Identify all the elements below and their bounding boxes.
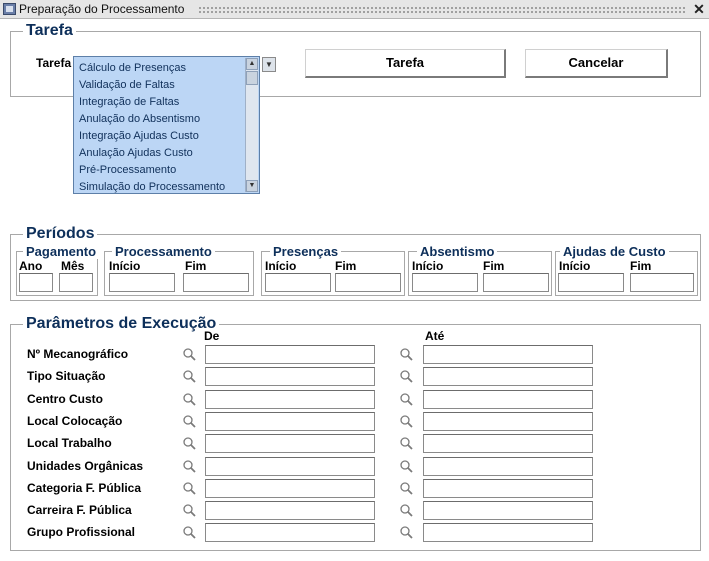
search-icon[interactable] (399, 481, 415, 497)
list-item[interactable]: Anulação Ajudas Custo (79, 147, 193, 159)
pagamento-title: Pagamento (23, 244, 100, 259)
param-row-label: Local Colocação (27, 413, 123, 428)
param-row-label: Nº Mecanográfico (27, 347, 129, 361)
ajudas-title: Ajudas de Custo (560, 244, 669, 259)
processamento-inicio-field[interactable] (109, 273, 175, 292)
search-icon[interactable] (182, 481, 198, 497)
ajudas-fim-field[interactable] (630, 273, 694, 292)
param-ate-field[interactable] (423, 389, 593, 409)
chevron-down-icon[interactable]: ▼ (262, 57, 276, 72)
search-icon[interactable] (399, 459, 415, 475)
param-ate-field[interactable] (423, 523, 593, 543)
search-icon[interactable] (399, 347, 415, 363)
list-item[interactable]: Pré-Processamento (79, 164, 176, 176)
param-row-label: Tipo Situação (27, 369, 106, 384)
param-ate-field[interactable] (423, 434, 593, 454)
absentismo-fim-field[interactable] (483, 273, 549, 292)
param-ate-field[interactable] (423, 345, 593, 364)
mes-field[interactable] (59, 273, 93, 292)
list-item[interactable]: Validação de Faltas (79, 79, 175, 91)
absentismo-inicio-field[interactable] (412, 273, 478, 292)
param-ate-field[interactable] (423, 456, 593, 476)
list-item[interactable]: Cálculo de Presenças (79, 62, 186, 74)
param-de-field[interactable] (205, 345, 375, 364)
col-de-label: De (204, 329, 220, 343)
param-de-field[interactable] (205, 478, 375, 498)
param-ate-field[interactable] (423, 367, 593, 387)
param-de-field[interactable] (205, 456, 375, 476)
presencas-inicio-label: Início (265, 259, 297, 273)
processamento-fim-field[interactable] (183, 273, 249, 292)
mes-label: Mês (61, 259, 85, 273)
cancel-button[interactable]: Cancelar (525, 49, 668, 78)
col-ate-label: Até (425, 329, 445, 343)
app-icon (3, 3, 16, 15)
processamento-fim-label: Fim (185, 259, 207, 273)
param-ate-field[interactable] (423, 478, 593, 498)
ajudas-inicio-label: Início (559, 259, 591, 273)
param-de-field[interactable] (205, 367, 375, 387)
param-row-label: Grupo Profissional (27, 525, 136, 540)
param-row-label: Unidades Orgânicas (27, 458, 144, 473)
search-icon[interactable] (182, 525, 198, 541)
list-item[interactable]: Integração de Faltas (79, 96, 179, 108)
tarefa-dropdown-list[interactable]: Cálculo de Presenças Validação de Faltas… (73, 56, 260, 194)
absentismo-title: Absentismo (417, 244, 498, 259)
ano-field[interactable] (19, 273, 53, 292)
scroll-down-icon[interactable]: ▼ (246, 180, 258, 192)
param-de-field[interactable] (205, 501, 375, 521)
search-icon[interactable] (182, 392, 198, 408)
window-title: Preparação do Processamento (19, 2, 185, 16)
list-scrollbar[interactable]: ▲ ▼ (245, 58, 258, 192)
param-row-label: Categoria F. Pública (27, 480, 142, 495)
param-de-field[interactable] (205, 411, 375, 431)
scroll-thumb[interactable] (246, 71, 258, 85)
list-item[interactable]: Simulação do Processamento (79, 181, 225, 193)
tarefa-frame-title: Tarefa (23, 22, 76, 40)
close-icon[interactable]: ✕ (692, 1, 706, 17)
search-icon[interactable] (399, 414, 415, 430)
param-ate-field[interactable] (423, 501, 593, 521)
presencas-inicio-field[interactable] (265, 273, 331, 292)
ajudas-inicio-field[interactable] (558, 273, 624, 292)
search-icon[interactable] (182, 414, 198, 430)
scroll-up-icon[interactable]: ▲ (246, 58, 258, 70)
presencas-title: Presenças (270, 244, 342, 259)
search-icon[interactable] (182, 503, 198, 519)
search-icon[interactable] (182, 436, 198, 452)
param-de-field[interactable] (205, 434, 375, 454)
tarefa-label: Tarefa (36, 56, 72, 70)
search-icon[interactable] (399, 369, 415, 385)
list-item[interactable]: Integração Ajudas Custo (79, 130, 199, 142)
search-icon[interactable] (399, 525, 415, 541)
param-row-label: Carreira F. Pública (27, 503, 132, 518)
presencas-fim-label: Fim (335, 259, 357, 273)
processamento-title: Processamento (112, 244, 215, 259)
parametros-frame-title: Parâmetros de Execução (23, 315, 220, 333)
search-icon[interactable] (399, 392, 415, 408)
ajudas-fim-label: Fim (630, 259, 652, 273)
absentismo-inicio-label: Início (412, 259, 444, 273)
processamento-inicio-label: Início (109, 259, 141, 273)
param-row-label: Local Trabalho (27, 436, 112, 451)
param-ate-field[interactable] (423, 411, 593, 431)
titlebar-grip (198, 6, 686, 13)
periodos-frame-title: Períodos (23, 225, 98, 243)
ano-label: Ano (19, 259, 43, 273)
absentismo-fim-label: Fim (483, 259, 505, 273)
search-icon[interactable] (182, 369, 198, 385)
param-de-field[interactable] (205, 523, 375, 543)
search-icon[interactable] (182, 347, 198, 363)
param-row-label: Centro Custo (27, 391, 103, 406)
param-de-field[interactable] (205, 389, 375, 409)
window-titlebar: Preparação do Processamento ✕ (0, 0, 709, 19)
search-icon[interactable] (182, 459, 198, 475)
list-item[interactable]: Anulação do Absentismo (79, 113, 200, 125)
search-icon[interactable] (399, 503, 415, 519)
tarefa-button[interactable]: Tarefa (305, 49, 506, 78)
presencas-fim-field[interactable] (335, 273, 401, 292)
search-icon[interactable] (399, 436, 415, 452)
